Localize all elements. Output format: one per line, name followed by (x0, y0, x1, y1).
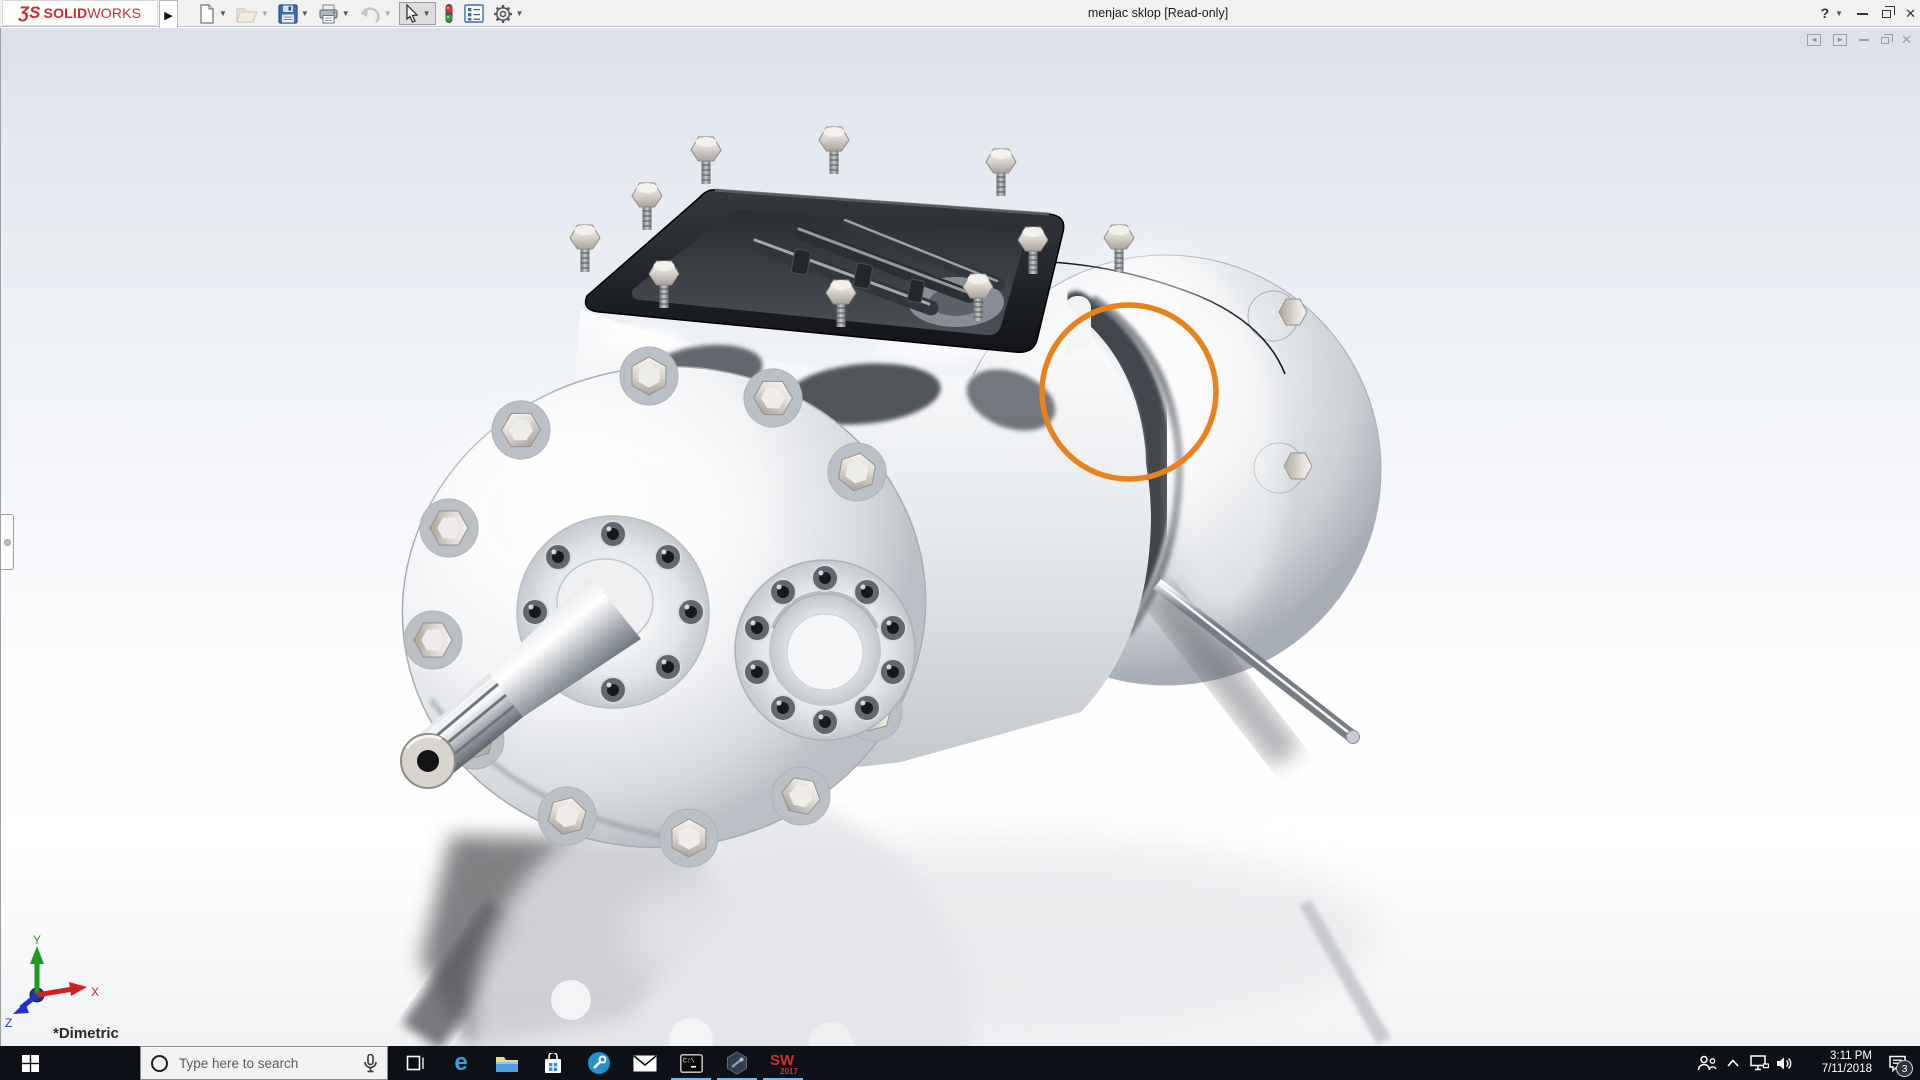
save-floppy-icon (278, 3, 298, 24)
title-bar: ƷS SOLID WORKS ▶ ▼ ▼ ▼ ▼ ▼ ▼ ▼ menjac sk… (0, 0, 1920, 31)
new-document-icon (200, 3, 214, 24)
logo-works: WORKS (87, 5, 142, 21)
ds-logo-mark: ƷS (18, 3, 41, 22)
view-orientation-label: *Dimetric (53, 1025, 119, 1042)
document-title: menjac sklop [Read-only] (1087, 6, 1229, 20)
svg-text:C:\: C:\ (683, 1057, 695, 1064)
triad-y-label: Y (33, 933, 41, 947)
options-list-button[interactable] (462, 3, 486, 24)
triad-x-label: X (91, 985, 99, 999)
doc-restore-button[interactable] (1881, 33, 1894, 44)
quick-access-toolbar: ▼ ▼ ▼ ▼ ▼ ▼ ▼ (196, 0, 530, 27)
doc-close-button[interactable]: ✕ (1901, 33, 1912, 46)
print-icon (319, 4, 338, 23)
network-icon (1749, 1055, 1769, 1071)
dropdown-caret-icon[interactable]: ▼ (342, 9, 350, 18)
wrench-circle-icon (588, 1052, 610, 1074)
minimize-button[interactable] (1857, 12, 1869, 15)
command-prompt-button[interactable]: C:\ (668, 1046, 714, 1080)
store-icon (545, 1052, 561, 1073)
open-document-button[interactable]: ▼ (234, 4, 271, 24)
file-explorer-icon (496, 1056, 518, 1072)
help-button[interactable]: ? (1821, 0, 1830, 27)
traffic-light-icon (444, 4, 453, 23)
close-button[interactable]: ✕ (1905, 0, 1916, 27)
print-button[interactable]: ▼ (316, 3, 352, 25)
document-window-controls: ◄ ► ✕ (1807, 33, 1912, 46)
gearbox-3d-model: Y X Z (5, 126, 1391, 1046)
display-settings-button[interactable] (441, 2, 457, 25)
select-tool-button[interactable]: ▼ (398, 2, 436, 25)
solidworks-window: ƷS SOLID WORKS ▶ ▼ ▼ ▼ ▼ ▼ ▼ ▼ menjac sk… (0, 0, 1920, 1080)
clock-time: 3:11 PM (1830, 1050, 1872, 1062)
dropdown-caret-icon[interactable]: ▼ (423, 9, 431, 18)
windows-taskbar: Type here to search e C:\ SW 2017 3:11 P… (0, 1046, 1920, 1080)
file-explorer-button[interactable] (484, 1046, 530, 1080)
dropdown-caret-icon[interactable]: ▼ (384, 9, 392, 18)
menu-flyout-button[interactable]: ▶ (159, 0, 178, 31)
panel-tab-dot-icon (3, 538, 11, 546)
clock-date: 7/11/2018 (1821, 1063, 1872, 1075)
svg-text:2017: 2017 (780, 1067, 798, 1076)
dropdown-caret-icon[interactable]: ▼ (516, 9, 524, 18)
volume-icon (1777, 1057, 1792, 1069)
select-cursor-icon (406, 4, 418, 23)
dropdown-caret-icon[interactable]: ▼ (301, 9, 309, 18)
network-button[interactable] (1746, 1046, 1772, 1080)
action-center-button[interactable]: 3 (1880, 1046, 1914, 1080)
help-caret-icon[interactable]: ▼ (1835, 9, 1843, 18)
logo-solid: SOLID (43, 5, 88, 21)
save-button[interactable]: ▼ (276, 3, 311, 25)
task-view-icon (406, 1055, 424, 1071)
people-button[interactable] (1694, 1046, 1720, 1080)
volume-button[interactable] (1772, 1046, 1798, 1080)
doc-minimize-button[interactable] (1859, 39, 1870, 41)
new-document-button[interactable]: ▼ (196, 3, 229, 25)
command-prompt-icon: C:\ (679, 1053, 703, 1073)
edge-icon: e (454, 1049, 468, 1076)
task-view-button[interactable] (392, 1046, 438, 1080)
open-folder-icon (236, 7, 258, 23)
bearing-bore (734, 559, 916, 741)
restore-button[interactable] (1882, 5, 1896, 18)
dropdown-caret-icon[interactable]: ▼ (219, 9, 227, 18)
feature-tree-collapsed-tab[interactable] (1, 514, 14, 570)
settings-button[interactable]: ▼ (491, 3, 526, 25)
store-button[interactable] (530, 1046, 576, 1080)
taskbar-apps: e C:\ SW 2017 (392, 1046, 806, 1080)
search-placeholder: Type here to search (179, 1055, 299, 1071)
graphics-viewport[interactable]: Y X Z ◄ ► ✕ *Dimetric (0, 28, 1920, 1046)
solidworks-logo: ƷS SOLID WORKS (2, 0, 158, 26)
edge-button[interactable]: e (438, 1046, 484, 1080)
window-controls: ? ▼ ✕ (1821, 0, 1916, 27)
people-icon (1697, 1055, 1717, 1071)
taskbar-clock[interactable]: 3:11 PM 7/11/2018 (1804, 1050, 1872, 1076)
pane-right-button[interactable]: ► (1833, 34, 1848, 46)
cortana-icon (151, 1054, 168, 1072)
windows-logo-icon (21, 1054, 39, 1072)
taskbar-search[interactable]: Type here to search (140, 1046, 388, 1080)
pane-left-button[interactable]: ◄ (1807, 34, 1822, 46)
dev-hexagon-button[interactable] (714, 1046, 760, 1080)
solidworks-taskbar-button[interactable]: SW 2017 (760, 1046, 806, 1080)
mail-icon (633, 1054, 657, 1071)
chevron-up-icon (1727, 1059, 1739, 1067)
undo-arrow-icon (359, 6, 380, 23)
dropdown-caret-icon[interactable]: ▼ (261, 9, 269, 18)
options-list-icon (463, 4, 484, 23)
settings-gear-icon (493, 4, 512, 23)
notification-badge: 3 (1896, 1060, 1913, 1077)
start-button[interactable] (0, 1046, 60, 1080)
system-tray: 3:11 PM 7/11/2018 3 (1694, 1046, 1914, 1080)
solidworks-2017-icon: SW 2017 (770, 1052, 798, 1076)
triad-z-label: Z (5, 1016, 12, 1030)
microphone-icon[interactable] (364, 1053, 377, 1073)
undo-button[interactable]: ▼ (357, 4, 394, 24)
hidden-icons-button[interactable] (1720, 1046, 1746, 1080)
hexagon-app-icon (727, 1051, 747, 1075)
orientation-triad: Y X Z (5, 933, 99, 1030)
settings-tool-button[interactable] (576, 1046, 622, 1080)
mail-button[interactable] (622, 1046, 668, 1080)
